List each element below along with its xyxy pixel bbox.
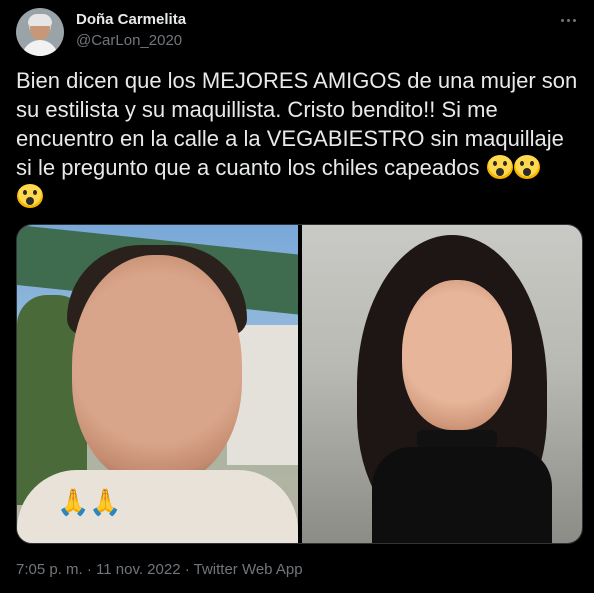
tweet-text: Bien dicen que los MEJORES AMIGOS de una… (16, 66, 582, 211)
user-handle[interactable]: @CarLon_2020 (76, 32, 182, 49)
photo-choker (417, 430, 497, 448)
tweet-footer[interactable]: 7:05 p. m. · 11 nov. 2022 · Twitter Web … (16, 561, 303, 578)
photo-face (402, 280, 512, 430)
photo-top (372, 447, 552, 543)
media-photo-right[interactable] (302, 225, 582, 543)
media-photo-left[interactable]: 🙏🙏 (17, 225, 298, 543)
avatar[interactable] (16, 8, 64, 56)
face-screaming-in-fear-icon (17, 184, 43, 208)
display-name[interactable]: Doña Carmelita (76, 11, 186, 28)
face-screaming-in-fear-icon (513, 155, 540, 179)
folded-hands-icon: 🙏🙏 (57, 487, 122, 517)
avatar-shirt (22, 40, 58, 56)
avatar-hair (28, 14, 52, 26)
tweet-media[interactable]: 🙏🙏 (16, 224, 583, 544)
tweet-card: Doña Carmelita @CarLon_2020 Bien dicen q… (0, 0, 594, 593)
photo-face (72, 255, 242, 485)
face-screaming-in-fear-icon (486, 155, 513, 179)
more-options-icon[interactable] (558, 10, 578, 30)
